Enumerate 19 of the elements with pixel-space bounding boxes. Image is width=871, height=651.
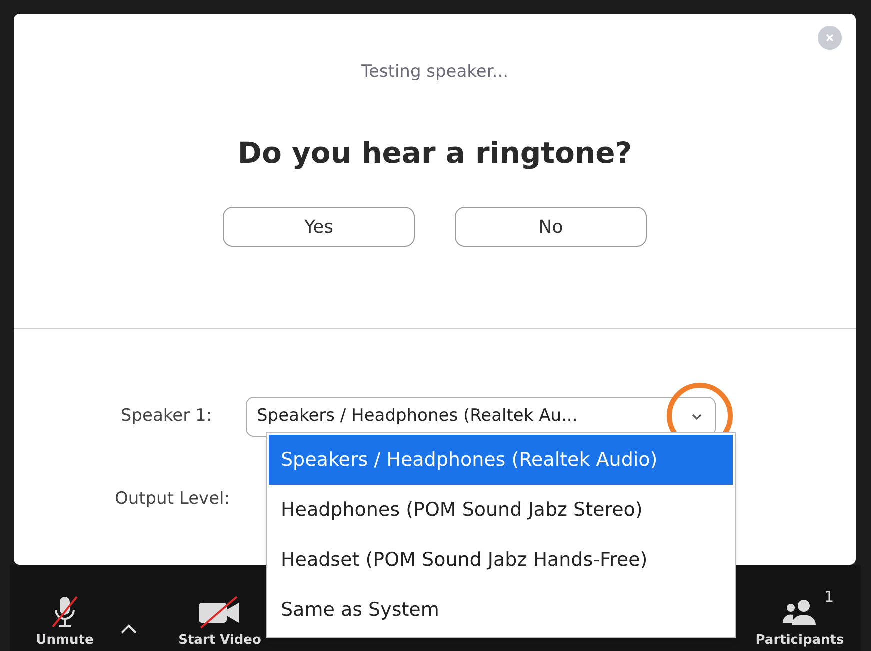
field-label: Speaker 1: — [120, 405, 213, 428]
dropdown-option[interactable]: Headphones (POM Sound Jabz Stereo) — [269, 485, 733, 535]
participant-count: 1 — [824, 587, 834, 608]
muted-microphone-icon — [50, 595, 80, 629]
people-icon — [782, 597, 818, 627]
caret-up-icon[interactable] — [120, 623, 138, 635]
status-text: Testing speaker... — [361, 61, 509, 84]
chevron-down-icon[interactable] — [691, 413, 703, 421]
answer-button[interactable]: No — [455, 207, 647, 247]
toolbar-label[interactable]: Unmute — [36, 634, 94, 647]
dropdown-option[interactable]: Same as System — [269, 585, 733, 635]
dropdown-option[interactable]: Speakers / Headphones (Realtek Audio) — [269, 435, 733, 485]
field-label: Output Level: — [114, 488, 231, 511]
toolbar-label[interactable]: Participants — [756, 634, 844, 647]
toolbar-label[interactable]: Start Video — [178, 634, 262, 647]
dropdown-option[interactable]: Headset (POM Sound Jabz Hands-Free) — [269, 535, 733, 585]
close-icon — [825, 33, 835, 43]
answer-button[interactable]: Yes — [223, 207, 415, 247]
question-heading: Do you hear a ringtone? — [238, 134, 632, 172]
